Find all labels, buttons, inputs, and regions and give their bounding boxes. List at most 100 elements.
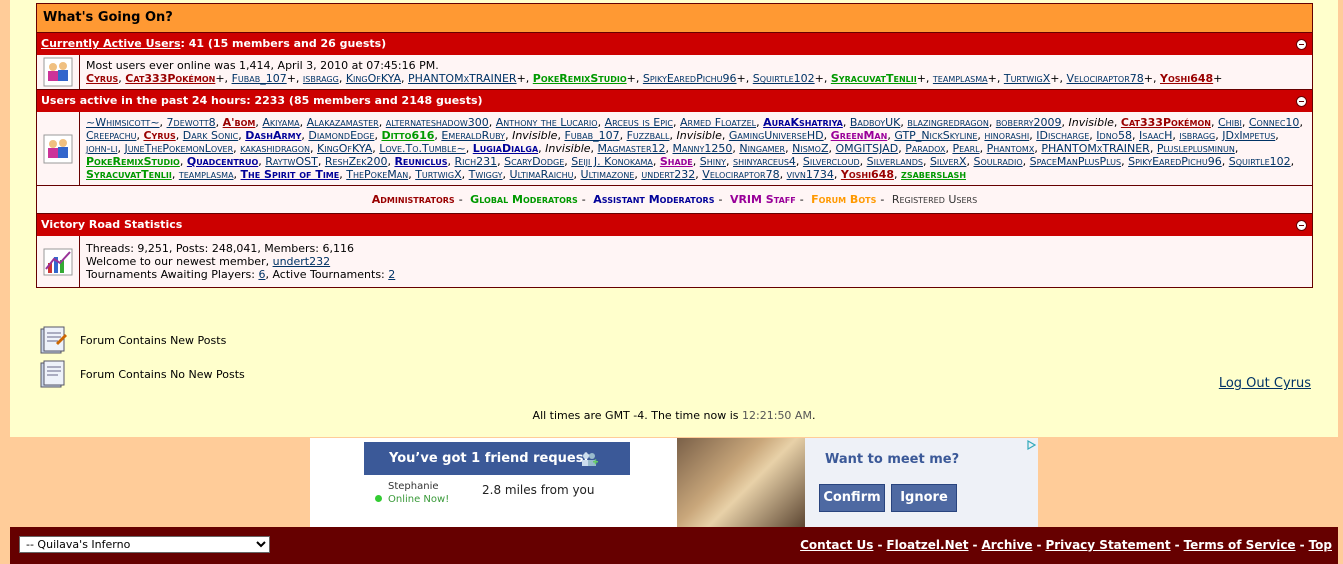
user-link[interactable]: SpaceManPlusPlus	[1030, 155, 1121, 168]
user-link[interactable]: Squirtle102	[1229, 155, 1291, 168]
user-link[interactable]: Silvercloud	[803, 155, 860, 168]
advertisement-banner[interactable]: You’ve got 1 friend request Stephanie On…	[310, 438, 1038, 528]
footer-link-terms[interactable]: Terms of Service	[1184, 538, 1296, 552]
user-link[interactable]: Ditto616	[381, 129, 434, 142]
user-link[interactable]: Dark Sonic	[183, 129, 238, 142]
user-link[interactable]: GamingUniverseHD	[729, 129, 824, 142]
collapse-icon[interactable]	[1296, 39, 1307, 50]
user-link[interactable]: LugiaDialga	[473, 142, 538, 155]
user-link[interactable]: vivn1734	[787, 168, 834, 181]
user-link[interactable]: AuraKshatriya	[763, 116, 843, 129]
user-link[interactable]: Cat333Pokémon	[125, 72, 215, 85]
user-link[interactable]: boberry2009	[996, 116, 1062, 129]
user-link[interactable]: Twiggy	[469, 168, 503, 181]
user-link[interactable]: PHANTOMxTRAINER	[1041, 142, 1150, 155]
newest-member-link[interactable]: undert232	[273, 255, 331, 268]
user-link[interactable]: Quadcentruo	[187, 155, 258, 168]
user-link[interactable]: isbragg	[303, 72, 339, 85]
user-link[interactable]: Fubab_107	[232, 72, 287, 85]
user-link[interactable]: Shiny	[700, 155, 726, 168]
user-link[interactable]: Reuniclus	[394, 155, 447, 168]
user-link[interactable]: SpikyEaredPichu96	[1128, 155, 1222, 168]
user-link[interactable]: alternateshadow300	[386, 116, 489, 129]
user-link[interactable]: kakashidragon	[240, 142, 310, 155]
user-link[interactable]: Manny1250	[673, 142, 733, 155]
user-link[interactable]: SyracuvatTenlii	[86, 168, 172, 181]
ignore-button[interactable]: Ignore	[891, 484, 957, 512]
footer-link-archive[interactable]: Archive	[982, 538, 1033, 552]
user-link[interactable]: 7dewott8	[167, 116, 216, 129]
user-link[interactable]: PokeRemixStudio	[533, 72, 627, 85]
user-link[interactable]: Love.To.Tumble~	[379, 142, 466, 155]
user-link[interactable]: teamplasma	[179, 168, 234, 181]
user-link[interactable]: zsaberslash	[901, 168, 966, 181]
user-link[interactable]: UltimaRaichu	[510, 168, 574, 181]
user-link[interactable]: DashArmy	[245, 129, 301, 142]
footer-link-top[interactable]: Top	[1309, 538, 1332, 552]
user-link[interactable]: KingOfKYA	[317, 142, 372, 155]
user-link[interactable]: Ningamer	[739, 142, 785, 155]
user-link[interactable]: SpikyEaredPichu96	[643, 72, 737, 85]
user-link[interactable]: IsaacH	[1139, 129, 1172, 142]
ad-profile-photo[interactable]	[677, 438, 805, 528]
user-link[interactable]: A'bom	[223, 116, 256, 129]
user-link[interactable]: Pearl	[952, 142, 979, 155]
user-link[interactable]: ReshZek200	[325, 155, 388, 168]
user-link[interactable]: Armed Floatzel	[680, 116, 756, 129]
user-link[interactable]: Anthony the Lucario	[496, 116, 598, 129]
user-link[interactable]: JuneThePokemonLover	[124, 142, 233, 155]
user-link[interactable]: RaytwOST	[265, 155, 318, 168]
user-link[interactable]: Cat333Pokémon	[1121, 116, 1211, 129]
ad-friend-request-bar[interactable]: You’ve got 1 friend request	[364, 442, 630, 475]
user-link[interactable]: Seiji J. Konokama	[571, 155, 653, 168]
user-link[interactable]: JDxImpetus	[1222, 129, 1275, 142]
user-link[interactable]: EmeraldRuby	[441, 129, 505, 142]
user-link[interactable]: Chibi	[1218, 116, 1242, 129]
user-link[interactable]: Velociraptor78	[702, 168, 779, 181]
footer-link-contact[interactable]: Contact Us	[800, 538, 873, 552]
user-link[interactable]: GTP_NickSkyline	[894, 129, 977, 142]
user-link[interactable]: isbragg	[1179, 129, 1215, 142]
user-link[interactable]: Cyrus	[86, 72, 118, 85]
user-link[interactable]: OMGITSJAD	[836, 142, 899, 155]
user-link[interactable]: SilverX	[930, 155, 967, 168]
user-link[interactable]: KingOfKYA	[346, 72, 401, 85]
user-link[interactable]: teamplasma	[933, 72, 988, 85]
user-link[interactable]: The Spirit of Time	[241, 168, 340, 181]
style-chooser-select[interactable]: -- Quilava's Inferno	[19, 536, 270, 553]
user-link[interactable]: Arceus is Epic	[605, 116, 673, 129]
user-link[interactable]: DiamondEdge	[308, 129, 374, 142]
collapse-icon[interactable]	[1296, 96, 1307, 107]
user-link[interactable]: Yoshi648	[1160, 72, 1213, 85]
user-link[interactable]: Soulradio	[974, 155, 1023, 168]
user-link[interactable]: Phantomx	[987, 142, 1035, 155]
user-link[interactable]: ScaryDodge	[504, 155, 564, 168]
user-link[interactable]: BadboyUK	[850, 116, 901, 129]
user-link[interactable]: PokeRemixStudio	[86, 155, 180, 168]
user-link[interactable]: Akiyama	[262, 116, 299, 129]
user-link[interactable]: Magmaster12	[598, 142, 666, 155]
footer-link-floatzel[interactable]: Floatzel.Net	[886, 538, 968, 552]
adchoices-icon[interactable]	[1026, 440, 1036, 450]
user-link[interactable]: PHANTOMxTRAINER	[408, 72, 517, 85]
tournaments-active-link[interactable]: 2	[388, 268, 395, 281]
user-link[interactable]: ThePokeMan	[346, 168, 408, 181]
user-link[interactable]: undert232	[641, 168, 695, 181]
user-link[interactable]: Plusleplusminun	[1157, 142, 1235, 155]
user-link[interactable]: TurtwigX	[1004, 72, 1050, 85]
user-link[interactable]: john-li	[86, 142, 117, 155]
user-link[interactable]: Squirtle102	[753, 72, 815, 85]
user-link[interactable]: Shade	[660, 155, 693, 168]
active-users-link[interactable]: Currently Active Users	[41, 37, 181, 50]
user-link[interactable]: Idno58	[1096, 129, 1132, 142]
user-link[interactable]: NismoZ	[792, 142, 828, 155]
user-link[interactable]: TurtwigX	[415, 168, 461, 181]
user-link[interactable]: Paradox	[905, 142, 945, 155]
user-link[interactable]: Silverlands	[867, 155, 923, 168]
collapse-icon[interactable]	[1296, 220, 1307, 231]
user-link[interactable]: Connec10	[1249, 116, 1300, 129]
user-link[interactable]: ~Whimsicott~	[86, 116, 160, 129]
user-link[interactable]: IDischarge	[1036, 129, 1089, 142]
user-link[interactable]: SyracuvatTenlii	[831, 72, 917, 85]
user-link[interactable]: Yoshi648	[841, 168, 894, 181]
